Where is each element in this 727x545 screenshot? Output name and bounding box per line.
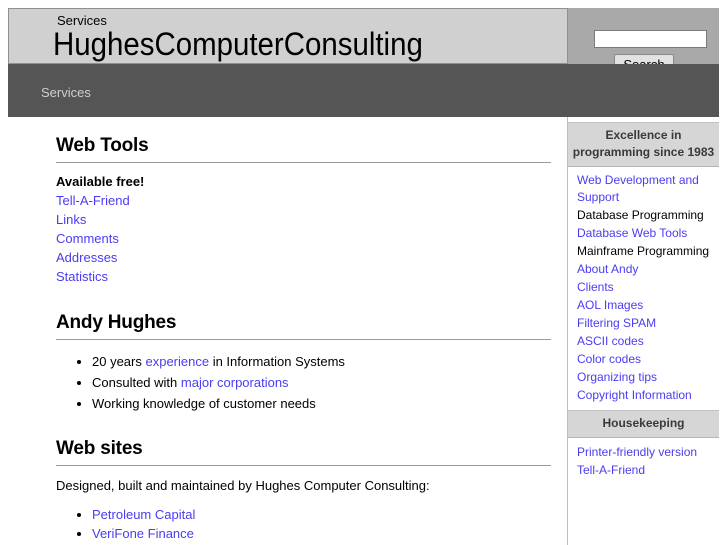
list-item: Web Development and Support xyxy=(577,172,713,206)
bullet-text-pre: 20 years xyxy=(92,354,146,369)
site-banner: Services HughesComputerConsulting Search xyxy=(8,8,719,76)
sidebar-item-ascii-codes[interactable]: ASCII codes xyxy=(577,334,644,348)
link-tell-a-friend[interactable]: Tell-A-Friend xyxy=(56,193,130,208)
list-item: Statistics xyxy=(56,267,551,286)
sidebar-primary-links: Web Development and Support Database Pro… xyxy=(568,167,719,410)
andy-hughes-bullets: 20 years experience in Information Syste… xyxy=(56,351,551,414)
list-item: Database Programming xyxy=(577,206,713,224)
list-item: Clients xyxy=(577,278,713,296)
link-major-corporations[interactable]: major corporations xyxy=(181,375,289,390)
list-item: AOL Images xyxy=(577,296,713,314)
list-item: Petroleum Capital xyxy=(92,505,551,524)
bullet-text-pre: Working knowledge of customer needs xyxy=(92,396,316,411)
banner-logo-area: Services HughesComputerConsulting xyxy=(8,8,568,64)
link-comments[interactable]: Comments xyxy=(56,231,119,246)
list-item: VeriFone Finance xyxy=(92,524,551,543)
link-experience[interactable]: experience xyxy=(145,354,209,369)
list-item: Links xyxy=(56,210,551,229)
list-item: Tell-A-Friend xyxy=(577,461,713,479)
list-item: About Andy xyxy=(577,260,713,278)
list-item: Mainframe Programming xyxy=(577,242,713,260)
main-column: Web Tools Available free! Tell-A-Friend … xyxy=(8,117,567,545)
section-andy-hughes: Andy Hughes 20 years experience in Infor… xyxy=(56,312,551,414)
section-web-sites: Web sites Designed, built and maintained… xyxy=(56,438,551,545)
sidebar-item-filtering-spam[interactable]: Filtering SPAM xyxy=(577,316,656,330)
right-sidebar: Excellence in programming since 1983 Web… xyxy=(567,117,719,545)
bullet-text-pre: Consulted with xyxy=(92,375,181,390)
search-input[interactable] xyxy=(594,30,707,48)
sidebar-item-copyright-information[interactable]: Copyright Information xyxy=(577,388,692,402)
link-statistics[interactable]: Statistics xyxy=(56,269,108,284)
section-title-web-sites: Web sites xyxy=(56,438,551,466)
list-item: Color codes xyxy=(577,350,713,368)
sidebar-item-printer-friendly-version[interactable]: Printer-friendly version xyxy=(577,445,697,459)
section-web-tools: Web Tools Available free! Tell-A-Friend … xyxy=(56,135,551,286)
list-item: Copyright Information xyxy=(577,386,713,404)
sidebar-item-about-andy[interactable]: About Andy xyxy=(577,262,638,276)
sidebar-heading-excellence: Excellence in programming since 1983 xyxy=(568,122,719,167)
primary-nav-bar: Services xyxy=(8,64,719,117)
sidebar-item-clients[interactable]: Clients xyxy=(577,280,614,294)
sidebar-item-database-web-tools[interactable]: Database Web Tools xyxy=(577,226,687,240)
list-item: Organizing tips xyxy=(577,368,713,386)
sidebar-item-tell-a-friend[interactable]: Tell-A-Friend xyxy=(577,463,645,477)
list-item: Database Web Tools xyxy=(577,224,713,242)
link-links[interactable]: Links xyxy=(56,212,86,227)
sidebar-item-mainframe-programming: Mainframe Programming xyxy=(577,244,710,258)
list-item: Filtering SPAM xyxy=(577,314,713,332)
list-item: ASCII codes xyxy=(577,332,713,350)
content-area: Web Tools Available free! Tell-A-Friend … xyxy=(8,117,719,545)
bullet-text-post: in Information Systems xyxy=(209,354,345,369)
sidebar-item-web-development-and-support[interactable]: Web Development and Support xyxy=(577,173,699,204)
list-item: Printer-friendly version xyxy=(577,443,713,461)
sidebar-housekeeping-links: Printer-friendly version Tell-A-Friend xyxy=(568,438,719,485)
sidebar-item-database-programming: Database Programming xyxy=(577,208,704,222)
link-addresses[interactable]: Addresses xyxy=(56,250,117,265)
sidebar-item-aol-images[interactable]: AOL Images xyxy=(577,298,643,312)
nav-item-services[interactable]: Services xyxy=(41,85,91,100)
web-sites-list: Petroleum Capital VeriFone Finance Silve… xyxy=(56,505,551,545)
section-title-andy-hughes: Andy Hughes xyxy=(56,312,551,340)
list-item: Working knowledge of customer needs xyxy=(92,393,551,414)
sidebar-item-color-codes[interactable]: Color codes xyxy=(577,352,641,366)
list-item: Tell-A-Friend xyxy=(56,191,551,210)
available-free-label: Available free! xyxy=(56,174,145,189)
web-sites-intro: Designed, built and maintained by Hughes… xyxy=(56,478,430,493)
page-root: Services HughesComputerConsulting Search… xyxy=(0,0,727,545)
list-item: 20 years experience in Information Syste… xyxy=(92,351,551,372)
sidebar-item-organizing-tips[interactable]: Organizing tips xyxy=(577,370,657,384)
section-title-web-tools: Web Tools xyxy=(56,135,551,163)
web-tools-link-list: Tell-A-Friend Links Comments Addresses S xyxy=(56,191,551,286)
list-item: Consulted with major corporations xyxy=(92,372,551,393)
link-verifone-finance[interactable]: VeriFone Finance xyxy=(92,526,194,541)
sidebar-heading-housekeeping: Housekeeping xyxy=(568,410,719,438)
search-panel: Search xyxy=(568,8,719,76)
link-petroleum-capital[interactable]: Petroleum Capital xyxy=(92,507,195,522)
list-item: Addresses xyxy=(56,248,551,267)
list-item: Comments xyxy=(56,229,551,248)
site-logo-text: HughesComputerConsulting xyxy=(53,26,423,62)
